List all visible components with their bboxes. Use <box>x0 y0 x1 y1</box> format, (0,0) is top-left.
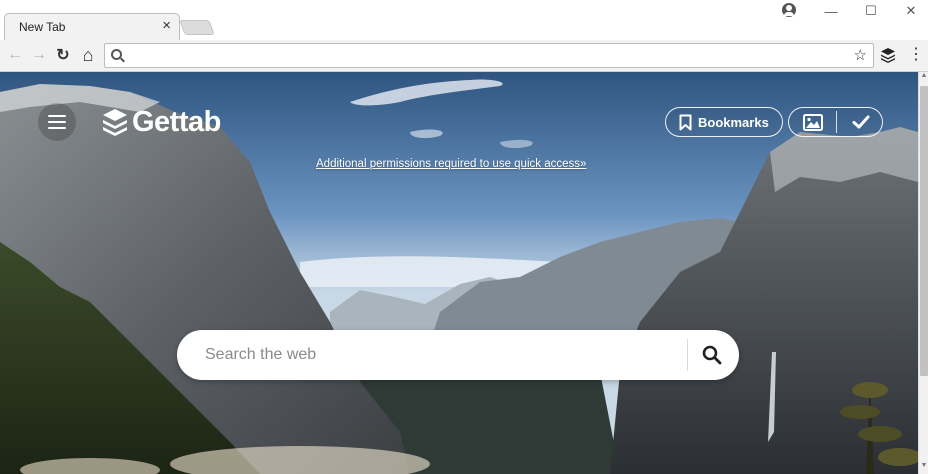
bookmarks-button[interactable]: Bookmarks <box>665 107 783 137</box>
background-actions-group <box>788 107 883 137</box>
home-button[interactable]: ⌂ <box>77 44 99 66</box>
hamburger-icon-line <box>48 115 66 117</box>
permissions-link[interactable]: Additional permissions required to use q… <box>316 158 586 170</box>
bookmark-icon <box>679 114 692 131</box>
search-input[interactable] <box>205 344 675 366</box>
check-icon[interactable] <box>851 112 871 132</box>
minimize-button[interactable]: — <box>811 0 851 22</box>
forward-button[interactable]: → <box>28 44 50 66</box>
bookmark-star-icon[interactable]: ☆ <box>854 46 867 64</box>
tab-title: New Tab <box>19 20 66 34</box>
hamburger-icon-line <box>48 127 66 129</box>
hamburger-icon-line <box>48 121 66 123</box>
scroll-up-icon[interactable]: ▲ <box>919 72 928 84</box>
reload-button[interactable]: ↻ <box>52 44 74 66</box>
browser-toolbar: ← → ↻ ⌂ ☆ ⋮ <box>0 40 928 72</box>
layers-icon <box>103 109 127 136</box>
search-icon <box>111 49 122 60</box>
back-button[interactable]: ← <box>4 44 26 66</box>
hamburger-menu-button[interactable] <box>38 103 76 141</box>
address-bar[interactable]: ☆ <box>104 43 874 68</box>
browser-menu-icon[interactable]: ⋮ <box>908 45 924 65</box>
scroll-thumb[interactable] <box>920 86 928 376</box>
address-input[interactable] <box>129 47 829 64</box>
maximize-button[interactable]: ☐ <box>851 0 891 22</box>
gettab-extension-icon[interactable] <box>880 47 896 63</box>
title-bar: New Tab × — ☐ ✕ <box>0 0 928 40</box>
gettab-logo: Gettab <box>102 102 221 142</box>
new-tab-button[interactable] <box>179 20 215 35</box>
close-window-button[interactable]: ✕ <box>891 0 928 22</box>
profile-icon[interactable] <box>782 3 796 17</box>
page-scrollbar[interactable]: ▲ ▼ <box>918 72 928 474</box>
new-tab-page: Gettab Bookmarks Additional permissions … <box>0 72 918 474</box>
image-icon[interactable] <box>803 114 823 131</box>
scroll-down-icon[interactable]: ▼ <box>919 462 928 474</box>
search-divider <box>687 339 688 371</box>
tab-close-icon[interactable]: × <box>162 17 171 34</box>
button-divider <box>836 111 837 133</box>
tab-new-tab[interactable]: New Tab × <box>4 13 180 40</box>
logo-text: Gettab <box>132 105 221 138</box>
web-search-bar <box>177 330 739 380</box>
bookmarks-label: Bookmarks <box>698 114 769 130</box>
search-icon[interactable] <box>700 343 724 367</box>
